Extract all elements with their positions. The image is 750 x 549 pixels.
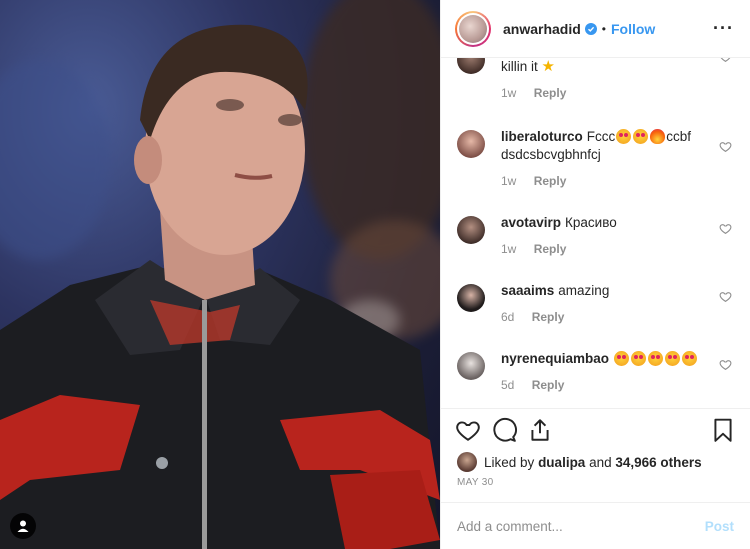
header-separator: • — [601, 21, 606, 36]
post-header: anwarhadid • Follow ··· — [441, 0, 750, 58]
comments-list[interactable]: killin it ★ 1w Reply liberaloturco Fccc cc… — [441, 58, 750, 408]
post-date[interactable]: MAY 30 — [441, 473, 750, 488]
comment-item: liberaloturco Fccc ccbf dsdcsbcvgbhnfcj 1w… — [441, 128, 750, 188]
comment-time[interactable]: 1w — [501, 242, 516, 256]
comment-avatar[interactable] — [457, 58, 485, 74]
comment-meta: 5d Reply — [501, 378, 734, 392]
comment-content: killin it — [501, 59, 538, 74]
comment-username[interactable]: saaaims — [501, 283, 554, 298]
user-tag-icon[interactable] — [10, 513, 36, 539]
comment-time[interactable]: 6d — [501, 310, 514, 324]
comment-meta: 1w Reply — [501, 242, 734, 256]
likes-summary: Liked by dualipa and 34,966 others — [441, 451, 750, 473]
comment-username[interactable]: nyrenequiambao — [501, 351, 609, 366]
add-comment-bar: Post — [441, 502, 750, 549]
comment-avatar[interactable] — [457, 130, 485, 158]
comment-text: killin it ★ — [501, 58, 704, 76]
comment-meta: 6d Reply — [501, 310, 734, 324]
comment-avatar[interactable] — [457, 352, 485, 380]
comment-username[interactable]: avotavirp — [501, 215, 561, 230]
comment-item: avotavirp Красиво 1w Reply — [441, 214, 750, 256]
reply-button[interactable]: Reply — [534, 174, 567, 188]
comment-meta: 1w Reply — [501, 86, 734, 100]
comment-icon[interactable] — [491, 417, 517, 443]
more-options-icon[interactable]: ··· — [713, 18, 734, 39]
reply-button[interactable]: Reply — [534, 86, 567, 100]
heart-eyes-emoji-icon — [665, 351, 681, 366]
heart-eyes-emoji-icon — [631, 351, 647, 366]
reply-button[interactable]: Reply — [532, 310, 565, 324]
fire-emoji-icon — [650, 129, 666, 144]
screaming-emoji-icon — [633, 129, 649, 144]
author-avatar[interactable] — [455, 10, 491, 47]
photo-person — [0, 24, 440, 549]
share-icon[interactable] — [527, 417, 553, 443]
liker-username[interactable]: dualipa — [538, 455, 585, 470]
comment-time[interactable]: 1w — [501, 174, 516, 188]
action-icons-row — [441, 409, 750, 451]
heart-eyes-emoji-icon — [682, 351, 698, 366]
comment-text: liberaloturco Fccc ccbf dsdcsbcvgbhnfcj — [501, 129, 692, 162]
bookmark-icon[interactable] — [710, 417, 736, 443]
comment-item: saaaims amazing 6d Reply — [441, 282, 750, 324]
follow-button[interactable]: Follow — [611, 21, 655, 37]
author-username[interactable]: anwarhadid — [503, 21, 581, 37]
comment-meta: 1w Reply — [501, 174, 734, 188]
comment-item: killin it ★ 1w Reply — [441, 58, 750, 100]
comment-time[interactable]: 5d — [501, 378, 514, 392]
comment-text: avotavirp Красиво — [501, 215, 617, 230]
comment-text: nyrenequiambao — [501, 350, 704, 368]
reply-button[interactable]: Reply — [534, 242, 567, 256]
instagram-post-modal: anwarhadid • Follow ··· killin it ★ 1w R… — [0, 0, 750, 549]
comment-item: nyrenequiambao 5d Reply — [441, 350, 750, 392]
post-photo[interactable] — [0, 0, 440, 549]
comment-text: saaaims amazing — [501, 283, 610, 298]
comment-like-heart-icon[interactable] — [719, 222, 732, 235]
comment-input[interactable] — [457, 518, 705, 534]
liker-avatar[interactable] — [457, 452, 477, 472]
heart-icon[interactable] — [455, 417, 481, 443]
post-sidebar: anwarhadid • Follow ··· killin it ★ 1w R… — [440, 0, 750, 549]
star-emoji-icon: ★ — [541, 58, 555, 75]
comment-avatar[interactable] — [457, 284, 485, 312]
comment-username[interactable]: liberaloturco — [501, 129, 583, 144]
comment-avatar[interactable] — [457, 216, 485, 244]
heart-eyes-emoji-icon — [614, 351, 630, 366]
likes-count[interactable]: 34,966 others — [615, 455, 701, 470]
comment-like-heart-icon[interactable] — [719, 358, 732, 371]
comment-like-heart-icon[interactable] — [719, 140, 732, 153]
heart-eyes-emoji-icon — [648, 351, 664, 366]
post-actions: Liked by dualipa and 34,966 others MAY 3… — [441, 408, 750, 488]
reply-button[interactable]: Reply — [532, 378, 565, 392]
comment-like-heart-icon[interactable] — [719, 290, 732, 303]
comment-time[interactable]: 1w — [501, 86, 516, 100]
post-comment-button[interactable]: Post — [705, 519, 734, 534]
verified-badge-icon — [584, 22, 597, 35]
likes-text[interactable]: Liked by dualipa and 34,966 others — [484, 455, 702, 470]
comment-like-heart-icon[interactable] — [719, 58, 732, 63]
heart-eyes-emoji-icon — [616, 129, 632, 144]
